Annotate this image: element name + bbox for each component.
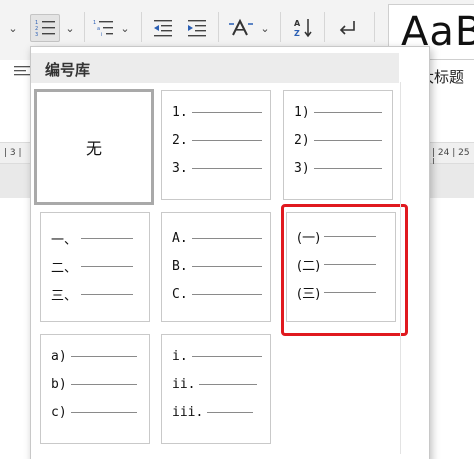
show-marks-button[interactable] <box>334 14 360 42</box>
list-item: 1) <box>294 103 382 121</box>
bullets-dropdown-chevron[interactable]: ⌄ <box>4 14 22 42</box>
list-item: ii. <box>172 375 258 393</box>
increase-indent-icon <box>188 20 206 37</box>
decrease-indent-button[interactable] <box>150 14 176 42</box>
character-scaling-dropdown-chevron[interactable]: ⌄ <box>258 14 272 42</box>
numbered-list-icon: 1 2 3 <box>35 20 55 38</box>
list-item: 一、 <box>51 229 134 248</box>
svg-text:3: 3 <box>35 32 38 38</box>
increase-indent-button[interactable] <box>184 14 210 42</box>
list-item: 3) <box>294 159 382 177</box>
list-item: 2) <box>294 131 382 149</box>
paragraph-return-icon <box>339 21 355 35</box>
toolbar-divider <box>324 12 325 42</box>
list-item: 二、 <box>51 257 134 276</box>
list-item: A. <box>172 229 262 247</box>
numbering-button[interactable]: 1 2 3 <box>30 14 60 42</box>
numbering-option-chinese-comma[interactable]: 一、 二、 三、 <box>40 212 150 322</box>
list-item: 三、 <box>51 285 134 304</box>
sort-az-icon: A Z <box>294 19 312 38</box>
numbering-option-none[interactable]: 无 <box>34 89 154 205</box>
panel-header: 编号库 <box>31 53 399 83</box>
multilevel-list-icon: 1 a i <box>93 20 113 38</box>
numbering-option-lower-alpha[interactable]: a) b) c) <box>40 334 150 444</box>
list-item: i. <box>172 347 262 365</box>
list-item: 3. <box>172 159 262 177</box>
numbering-option-decimal-paren[interactable]: 1) 2) 3) <box>283 90 393 200</box>
character-scaling-button[interactable] <box>226 14 256 42</box>
list-item: 1. <box>172 103 262 121</box>
toolbar-divider <box>280 12 281 42</box>
list-item: b) <box>51 375 137 393</box>
toolbar-divider <box>374 12 375 42</box>
list-item: a) <box>51 347 137 365</box>
toolbar-divider <box>141 12 142 42</box>
panel-scrollbar-track[interactable] <box>400 82 401 454</box>
chevron-down-icon: ⌄ <box>120 21 130 35</box>
numbering-option-decimal-dot[interactable]: 1. 2. 3. <box>161 90 271 200</box>
numbering-option-lower-roman[interactable]: i. ii. iii. <box>161 334 271 444</box>
chevron-down-icon: ⌄ <box>65 21 75 35</box>
text-scale-icon <box>229 18 253 36</box>
sort-button[interactable]: A Z <box>290 14 316 42</box>
none-label: 无 <box>85 139 102 158</box>
multilevel-dropdown-chevron[interactable]: ⌄ <box>117 14 133 42</box>
decrease-indent-icon <box>154 20 172 37</box>
svg-text:1: 1 <box>93 20 96 26</box>
svg-text:Z: Z <box>294 29 300 38</box>
toolbar-divider <box>218 12 219 42</box>
selection-highlight-box <box>281 204 408 336</box>
list-item: c) <box>51 403 137 421</box>
svg-text:i: i <box>101 32 102 38</box>
ruler-left-marks: | 3 | <box>4 148 22 158</box>
multilevel-list-button[interactable]: 1 a i <box>92 14 116 42</box>
toolbar-divider <box>84 12 85 42</box>
list-item: C. <box>172 285 262 303</box>
svg-text:A: A <box>294 19 301 28</box>
chevron-down-icon: ⌄ <box>8 21 18 35</box>
svg-text:a: a <box>97 26 100 32</box>
chevron-down-icon: ⌄ <box>260 21 270 35</box>
list-item: 2. <box>172 131 262 149</box>
panel-title: 编号库 <box>45 61 91 79</box>
list-item: iii. <box>172 403 254 421</box>
numbering-option-upper-alpha[interactable]: A. B. C. <box>161 212 271 322</box>
numbering-dropdown-chevron[interactable]: ⌄ <box>62 14 78 42</box>
list-item: B. <box>172 257 262 275</box>
